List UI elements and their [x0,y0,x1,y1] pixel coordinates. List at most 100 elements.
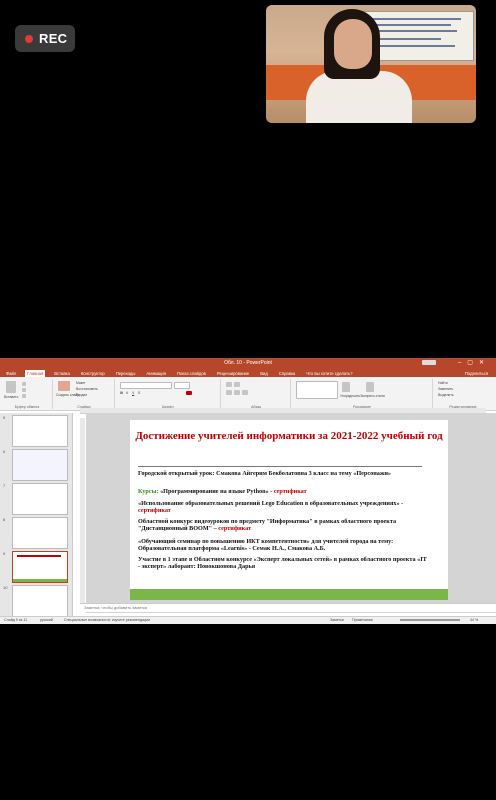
tab-file[interactable]: Файл [4,370,18,377]
group-font: Ж К Ч S Шрифт [116,379,221,409]
section-button[interactable]: Раздел [76,393,87,397]
slide-title[interactable]: Достижение учителей информатики за 2021-… [130,430,448,442]
achievement-video-contest[interactable]: Областной конкурс видеоуроков по предмет… [138,518,428,532]
tab-help[interactable]: Справка [277,370,297,377]
window-title: Обл. 10 - PowerPoint [224,360,272,366]
title-divider [138,466,422,467]
certificate-label: сертификат [273,488,307,495]
share-button[interactable]: Поделиться [463,370,490,377]
font-size-select[interactable] [174,382,190,389]
copy-icon[interactable] [22,388,26,392]
paste-button[interactable]: Вставить [4,395,18,399]
numbering-icon[interactable] [234,382,240,387]
account-badge[interactable] [422,360,436,365]
arrange-icon[interactable] [342,382,350,392]
arrange-button[interactable]: Упорядочить [340,394,360,398]
find-button[interactable]: Найти [438,381,448,385]
ribbon: Вставить Буфер обмена Создать слайд Маке… [0,377,496,411]
video-contest-text: Областной конкурс видеоуроков по предмет… [138,518,397,532]
slide-thumbnail[interactable] [12,585,68,617]
window-controls[interactable]: –▢✕ [458,359,490,366]
thumb-number: 8 [3,517,6,522]
notes-pane[interactable]: Заметки, чтобы добавить заметки [80,603,496,612]
group-clipboard: Вставить Буфер обмена [2,379,53,409]
align-left-icon[interactable] [226,390,232,395]
italic-button[interactable]: К [126,391,128,395]
courses-text: «Программирование на языке Python» - [158,488,274,495]
slide-thumbnail[interactable] [12,415,68,447]
group-slides: Создать слайд Макет Восстановить Раздел … [54,379,115,409]
font-color-icon[interactable] [186,391,192,395]
comments-button[interactable]: Примечания [352,617,373,624]
align-center-icon[interactable] [234,390,240,395]
accessibility-status[interactable]: Специальные возможности: изучите рекомен… [64,617,150,624]
slide-counter: Слайд 9 из 11 [4,618,28,622]
webcam-overlay [266,5,476,123]
notes-button[interactable]: Заметки [330,617,344,624]
group-paragraph: Абзац [222,379,291,409]
bullets-icon[interactable] [226,382,232,387]
achievement-lan-contest[interactable]: Участие в 1 этапе в Областном конкурсе «… [138,556,428,570]
paste-icon[interactable] [6,381,16,393]
certificate-label: сертификат [138,507,171,514]
record-dot-icon [25,34,33,43]
vertical-ruler [80,418,85,603]
title-bar: Обл. 10 - PowerPoint –▢✕ [0,358,496,368]
zoom-level[interactable]: 44 % [470,617,478,624]
achievement-open-lesson[interactable]: Городской открытый урок: Смакова Айгерим… [138,470,428,477]
new-slide-icon[interactable] [58,381,70,391]
lego-text: «Использование образовательных решений L… [138,500,404,507]
tab-animations[interactable]: Анимация [144,370,168,377]
tab-review[interactable]: Рецензирование [215,370,251,377]
tab-home[interactable]: Главная [25,370,46,377]
bold-button[interactable]: Ж [120,391,123,395]
replace-button[interactable]: Заменить [438,387,453,391]
quick-styles-icon[interactable] [366,382,374,392]
group-editing: Найти Заменить Выделить Редактирование [434,379,492,409]
language-indicator[interactable]: русский [40,617,53,624]
tell-me-search[interactable]: Что вы хотите сделать? [304,370,354,377]
shapes-gallery[interactable] [296,381,338,399]
group-label: Буфер обмена [14,405,40,409]
tab-design[interactable]: Конструктор [79,370,107,377]
reset-button[interactable]: Восстановить [76,387,98,391]
ribbon-tabs: Файл Главная Вставка Конструктор Переход… [0,368,496,377]
font-family-select[interactable] [120,382,172,389]
layout-button[interactable]: Макет [76,381,86,385]
format-painter-icon[interactable] [22,394,26,398]
tab-insert[interactable]: Вставка [52,370,72,377]
slide-footer-bar [130,589,448,600]
thumb-number: 5 [3,415,6,420]
achievement-lego[interactable]: «Использование образовательных решений L… [138,500,428,514]
courses-label: Курсы: [138,488,159,495]
recording-label: REC [39,31,68,46]
tab-transitions[interactable]: Переходы [114,370,138,377]
slide-thumbnail[interactable] [12,517,68,549]
powerpoint-window: Обл. 10 - PowerPoint –▢✕ Файл Главная Вс… [0,358,496,624]
select-button[interactable]: Выделить [438,393,454,397]
underline-button[interactable]: Ч [132,391,134,395]
background-monitor [364,11,474,61]
thumb-number: 6 [3,449,6,454]
tab-slideshow[interactable]: Показ слайдов [175,370,208,377]
cut-icon[interactable] [22,382,26,386]
thumb-number: 10 [3,585,8,590]
achievement-courses[interactable]: Курсы: «Программирование на языке Python… [138,488,428,495]
quick-styles-button[interactable]: Экспресс-стили [360,394,385,398]
slide-thumbnail[interactable] [12,449,68,481]
slide-thumbnail-pane[interactable]: 5 6 7 8 9 10 [0,413,73,618]
zoom-slider[interactable] [400,619,460,621]
achievement-seminar[interactable]: «Обучающий семинар по повышению ИКТ комп… [138,538,428,552]
strikethrough-button[interactable]: S [138,391,140,395]
thumb-number: 7 [3,483,6,488]
certificate-label: сертификат [218,525,252,532]
slide-thumbnail-selected[interactable] [12,551,68,583]
tab-view[interactable]: Вид [258,370,270,377]
thumb-number: 9 [3,551,6,556]
recording-indicator: REC [15,25,75,52]
slide-thumbnail[interactable] [12,483,68,515]
align-right-icon[interactable] [242,390,248,395]
group-drawing: Упорядочить Экспресс-стили Рисование [292,379,433,409]
slide[interactable]: Достижение учителей информатики за 2021-… [130,420,448,600]
presenter-face [334,19,372,69]
